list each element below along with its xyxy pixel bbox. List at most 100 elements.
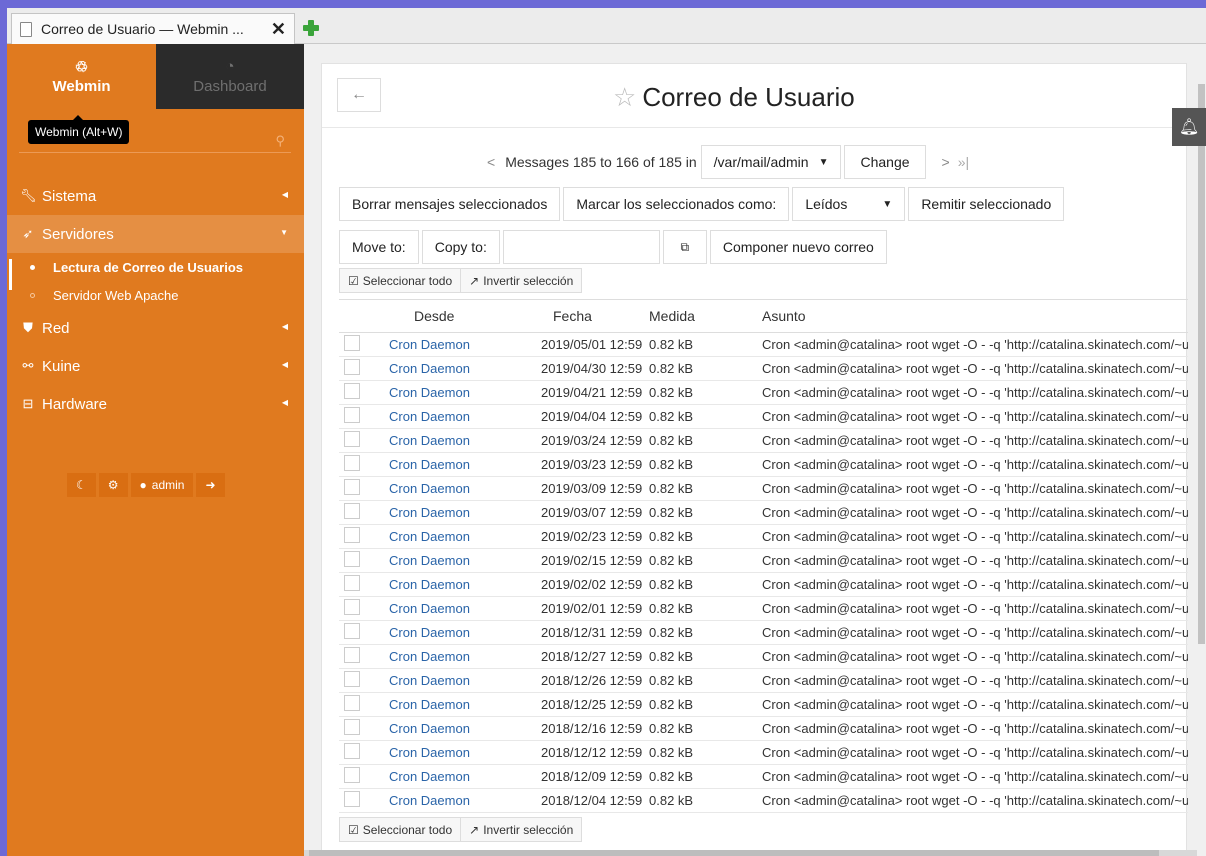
row-checkbox[interactable] xyxy=(344,575,360,591)
table-row[interactable]: Cron Daemon 2019/03/24 12:59 0.82 kB Cron <… xyxy=(339,428,1188,453)
header-fecha[interactable]: Fecha xyxy=(541,299,649,333)
row-from-link[interactable]: Cron Daemon xyxy=(389,697,470,712)
row-checkbox[interactable] xyxy=(344,623,360,639)
table-row[interactable]: Cron Daemon 2018/12/27 12:59 0.82 kB Cron <… xyxy=(339,644,1188,669)
row-checkbox[interactable] xyxy=(344,431,360,447)
forward-selected-button[interactable]: Remitir seleccionado xyxy=(908,187,1065,221)
row-from-link[interactable]: Cron Daemon xyxy=(389,505,470,520)
table-row[interactable]: Cron Daemon 2019/02/23 12:59 0.82 kB Cron <… xyxy=(339,524,1188,549)
table-row[interactable]: Cron Daemon 2018/12/31 12:59 0.82 kB Cron <… xyxy=(339,620,1188,645)
settings-button[interactable]: ⚙ xyxy=(98,473,128,497)
chevron-left-icon[interactable]: < xyxy=(487,154,495,170)
destination-folder-input[interactable] xyxy=(502,230,660,264)
row-checkbox[interactable] xyxy=(344,599,360,615)
change-button[interactable]: Change xyxy=(844,145,926,179)
row-from-link[interactable]: Cron Daemon xyxy=(389,601,470,616)
copy-to-button[interactable]: Copy to: xyxy=(421,230,500,264)
row-subject-link[interactable]: Cron <admin@catalina> root wget -O - -q … xyxy=(762,673,1188,688)
table-row[interactable]: Cron Daemon 2019/04/04 12:59 0.82 kB Cron <… xyxy=(339,404,1188,429)
row-checkbox[interactable] xyxy=(344,767,360,783)
row-subject-link[interactable]: Cron <admin@catalina> root wget -O - -q … xyxy=(762,361,1188,376)
row-subject-link[interactable]: Cron <admin@catalina> root wget -O - -q … xyxy=(762,625,1188,640)
row-checkbox[interactable] xyxy=(344,743,360,759)
table-row[interactable]: Cron Daemon 2019/02/02 12:59 0.82 kB Cron <… xyxy=(339,572,1188,597)
sidebar-item-red[interactable]: ⛊ Red ◀ xyxy=(7,309,304,347)
row-subject-link[interactable]: Cron <admin@catalina> root wget -O - -q … xyxy=(762,385,1188,400)
row-from-link[interactable]: Cron Daemon xyxy=(389,673,470,688)
row-from-link[interactable]: Cron Daemon xyxy=(389,529,470,544)
row-subject-link[interactable]: Cron <admin@catalina> root wget -O - -q … xyxy=(762,769,1188,784)
table-row[interactable]: Cron Daemon 2018/12/25 12:59 0.82 kB Cron <… xyxy=(339,692,1188,717)
table-row[interactable]: Cron Daemon 2019/04/21 12:59 0.82 kB Cron <… xyxy=(339,380,1188,405)
row-subject-link[interactable]: Cron <admin@catalina> root wget -O - -q … xyxy=(762,337,1188,352)
move-to-button[interactable]: Move to: xyxy=(339,230,419,264)
row-checkbox[interactable] xyxy=(344,479,360,495)
horizontal-scrollbar[interactable] xyxy=(304,850,1206,856)
row-subject-link[interactable]: Cron <admin@catalina> root wget -O - -q … xyxy=(762,601,1188,616)
sidebar-subitem-apache[interactable]: Servidor Web Apache xyxy=(7,281,304,309)
chevron-right-icon[interactable]: > xyxy=(942,154,950,170)
row-from-link[interactable]: Cron Daemon xyxy=(389,385,470,400)
row-from-link[interactable]: Cron Daemon xyxy=(389,457,470,472)
row-subject-link[interactable]: Cron <admin@catalina> root wget -O - -q … xyxy=(762,553,1188,568)
row-subject-link[interactable]: Cron <admin@catalina> root wget -O - -q … xyxy=(762,577,1188,592)
row-from-link[interactable]: Cron Daemon xyxy=(389,553,470,568)
row-checkbox[interactable] xyxy=(344,383,360,399)
row-checkbox[interactable] xyxy=(344,671,360,687)
sidebar-item-servidores[interactable]: ➶ Servidores ▼ xyxy=(7,215,304,253)
row-subject-link[interactable]: Cron <admin@catalina> root wget -O - -q … xyxy=(762,721,1188,736)
row-subject-link[interactable]: Cron <admin@catalina> root wget -O - -q … xyxy=(762,457,1188,472)
star-icon[interactable]: ☆ xyxy=(613,82,636,113)
delete-selected-button[interactable]: Borrar mensajes seleccionados xyxy=(339,187,561,221)
scrollbar-thumb[interactable] xyxy=(309,850,1159,856)
table-row[interactable]: Cron Daemon 2018/12/09 12:59 0.82 kB Cron <… xyxy=(339,764,1188,789)
row-subject-link[interactable]: Cron <admin@catalina> root wget -O - -q … xyxy=(762,481,1188,496)
compose-button[interactable]: Componer nuevo correo xyxy=(709,230,887,264)
row-checkbox[interactable] xyxy=(344,719,360,735)
row-from-link[interactable]: Cron Daemon xyxy=(389,577,470,592)
table-row[interactable]: Cron Daemon 2019/02/01 12:59 0.82 kB Cron <… xyxy=(339,596,1188,621)
mark-as-select[interactable]: Leídos ▼ xyxy=(792,187,906,221)
select-all-button[interactable]: ☑ Seleccionar todo xyxy=(339,268,462,293)
select-all-button[interactable]: ☑ Seleccionar todo xyxy=(339,817,462,842)
header-medida[interactable]: Medida xyxy=(649,299,703,333)
folder-select[interactable]: /var/mail/admin ▼ xyxy=(700,145,842,179)
row-from-link[interactable]: Cron Daemon xyxy=(389,481,470,496)
header-desde[interactable]: Desde xyxy=(385,299,541,333)
row-from-link[interactable]: Cron Daemon xyxy=(389,769,470,784)
row-checkbox[interactable] xyxy=(344,791,360,807)
table-row[interactable]: Cron Daemon 2018/12/26 12:59 0.82 kB Cron <… xyxy=(339,668,1188,693)
back-button[interactable]: ← xyxy=(337,78,381,112)
row-subject-link[interactable]: Cron <admin@catalina> root wget -O - -q … xyxy=(762,649,1188,664)
row-checkbox[interactable] xyxy=(344,647,360,663)
sidebar-subitem-lectura-correo[interactable]: Lectura de Correo de Usuarios xyxy=(7,253,304,281)
vertical-scrollbar[interactable] xyxy=(1197,44,1206,856)
row-checkbox[interactable] xyxy=(344,407,360,423)
browser-tab[interactable]: Correo de Usuario — Webmin ... ✕ xyxy=(11,13,295,44)
night-mode-button[interactable]: ☾ xyxy=(67,473,96,497)
header-asunto[interactable]: Asunto xyxy=(703,299,1188,333)
row-subject-link[interactable]: Cron <admin@catalina> root wget -O - -q … xyxy=(762,409,1188,424)
table-row[interactable]: Cron Daemon 2019/03/23 12:59 0.82 kB Cron <… xyxy=(339,452,1188,477)
table-row[interactable]: Cron Daemon 2019/02/15 12:59 0.82 kB Cron <… xyxy=(339,548,1188,573)
invert-selection-button[interactable]: ↗ Invertir selección xyxy=(461,817,583,842)
folder-chooser-button[interactable]: ⧉ xyxy=(662,230,707,264)
row-checkbox[interactable] xyxy=(344,335,360,351)
row-checkbox[interactable] xyxy=(344,551,360,567)
sidebar-item-hardware[interactable]: ⊟ Hardware ◀ xyxy=(7,385,304,423)
row-from-link[interactable]: Cron Daemon xyxy=(389,745,470,760)
row-from-link[interactable]: Cron Daemon xyxy=(389,649,470,664)
row-checkbox[interactable] xyxy=(344,455,360,471)
row-from-link[interactable]: Cron Daemon xyxy=(389,721,470,736)
user-button[interactable]: ● admin xyxy=(130,473,194,497)
tab-webmin[interactable]: ♲ Webmin xyxy=(7,44,156,109)
row-from-link[interactable]: Cron Daemon xyxy=(389,409,470,424)
row-from-link[interactable]: Cron Daemon xyxy=(389,793,470,808)
row-checkbox[interactable] xyxy=(344,527,360,543)
row-subject-link[interactable]: Cron <admin@catalina> root wget -O - -q … xyxy=(762,697,1188,712)
scrollbar-thumb[interactable] xyxy=(1198,84,1205,644)
table-row[interactable]: Cron Daemon 2018/12/16 12:59 0.82 kB Cron <… xyxy=(339,716,1188,741)
tab-dashboard[interactable]: ◔ Dashboard xyxy=(156,44,304,109)
logout-button[interactable]: ➜ xyxy=(196,473,225,497)
notifications-bell-icon[interactable]: 🔔︎ xyxy=(1172,108,1206,146)
